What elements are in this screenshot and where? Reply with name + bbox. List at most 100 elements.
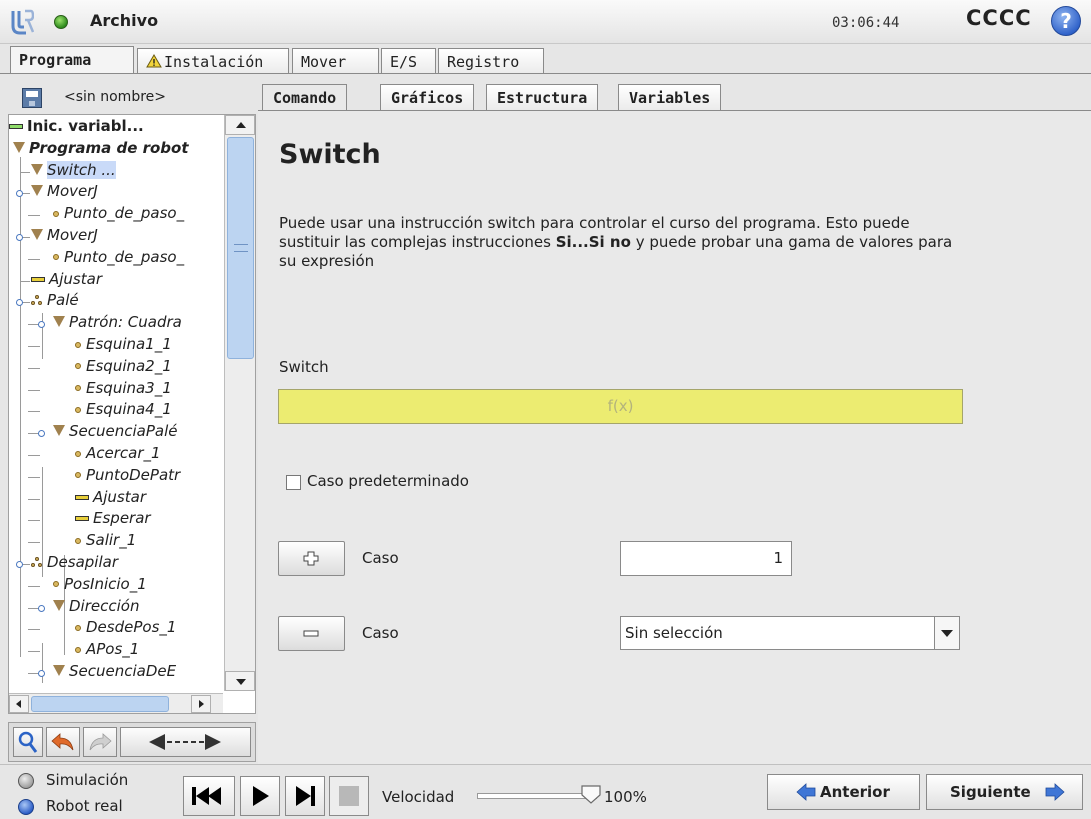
expand-node-icon[interactable] bbox=[16, 561, 23, 568]
case-select[interactable]: Sin selección bbox=[620, 616, 960, 650]
scroll-up-icon[interactable] bbox=[225, 115, 255, 135]
tab-label: Mover bbox=[301, 53, 347, 71]
vertical-scrollbar[interactable] bbox=[224, 115, 255, 691]
search-button[interactable] bbox=[13, 727, 43, 757]
tab-registro[interactable]: Registro bbox=[438, 48, 544, 74]
tree-node[interactable]: Programa de robot bbox=[13, 139, 189, 161]
tab-mover[interactable]: Mover bbox=[292, 48, 379, 74]
mode-simulation-label: Simulación bbox=[46, 771, 129, 789]
tree-node[interactable]: SecuenciaDeE bbox=[28, 662, 176, 683]
tree-node[interactable]: Esquina2_1 bbox=[28, 357, 172, 379]
file-menu[interactable]: Archivo bbox=[90, 11, 158, 30]
tree-connector bbox=[28, 651, 40, 653]
save-icon[interactable] bbox=[22, 88, 42, 108]
tree-node[interactable]: Acercar_1 bbox=[28, 444, 161, 466]
expression-field[interactable]: f(x) bbox=[278, 389, 963, 424]
scroll-left-icon[interactable] bbox=[9, 695, 29, 713]
checkbox-box[interactable] bbox=[286, 475, 301, 490]
tree-node[interactable]: Salir_1 bbox=[28, 531, 136, 553]
command-panel: Comando Gráficos Estructura Variables Sw… bbox=[258, 84, 1091, 764]
tree-node[interactable]: Punto_de_paso_ bbox=[28, 204, 184, 226]
waypoint-icon bbox=[75, 385, 81, 392]
step-button[interactable] bbox=[285, 776, 325, 816]
tree-connector bbox=[42, 643, 43, 683]
tree-connector bbox=[28, 411, 40, 413]
tab-estructura[interactable]: Estructura bbox=[486, 84, 599, 110]
tree-node[interactable]: PuntoDePatr bbox=[28, 466, 180, 488]
tree-node-label: Programa de robot bbox=[29, 138, 189, 157]
tree-node[interactable]: Esquina1_1 bbox=[28, 335, 172, 357]
tab-graficos[interactable]: Gráficos bbox=[380, 84, 475, 110]
tree-node[interactable]: Switch ... bbox=[20, 160, 116, 183]
scrollbar-thumb[interactable] bbox=[31, 696, 169, 712]
expand-node-icon[interactable] bbox=[38, 670, 45, 677]
command-content: Switch Puede usar una instrucción switch… bbox=[258, 110, 1091, 764]
scrollbar-thumb[interactable] bbox=[227, 137, 254, 359]
tree-node[interactable]: Punto_de_paso_ bbox=[28, 248, 184, 270]
next-button[interactable]: Siguiente bbox=[926, 774, 1083, 810]
tree-node[interactable]: MoverJ bbox=[20, 226, 98, 248]
remove-case-button[interactable] bbox=[278, 616, 345, 651]
tree-connector bbox=[28, 498, 40, 500]
speed-slider[interactable] bbox=[477, 793, 597, 799]
tree-node-label: Esquina1_1 bbox=[86, 335, 172, 353]
tab-instalacion[interactable]: Instalación bbox=[137, 48, 289, 74]
yellow-bar-icon bbox=[75, 516, 89, 522]
tree-node-label: Dirección bbox=[69, 596, 140, 615]
stop-icon bbox=[339, 786, 359, 806]
switch-label: Switch bbox=[279, 358, 329, 376]
tree-node[interactable]: Esperar bbox=[28, 509, 151, 531]
undo-button[interactable] bbox=[46, 727, 80, 757]
case-value-input[interactable]: 1 bbox=[620, 541, 792, 576]
tree-node[interactable]: Esquina4_1 bbox=[28, 400, 172, 422]
tree-node-label: Patrón: Cuadra bbox=[69, 313, 182, 332]
tree-node[interactable]: DesdePos_1 bbox=[28, 618, 176, 640]
chevron-down-icon[interactable] bbox=[934, 617, 959, 649]
tab-programa[interactable]: Programa bbox=[10, 46, 134, 74]
tab-label: E/S bbox=[390, 53, 418, 71]
move-node-button[interactable] bbox=[120, 727, 251, 757]
scroll-down-icon[interactable] bbox=[225, 671, 255, 691]
expand-node-icon[interactable] bbox=[16, 234, 23, 241]
tab-es[interactable]: E/S bbox=[381, 48, 436, 74]
tree-node[interactable]: Ajustar bbox=[20, 270, 102, 292]
triangle-icon bbox=[31, 229, 43, 240]
triangle-icon bbox=[13, 141, 25, 153]
program-name: <sin nombre> bbox=[64, 89, 166, 105]
tree-node-label: APos_1 bbox=[86, 640, 140, 659]
tree-node[interactable]: Palé bbox=[20, 291, 79, 313]
tree-node[interactable]: Ajustar bbox=[28, 488, 146, 510]
tree-node[interactable]: SecuenciaPalé bbox=[28, 422, 177, 444]
expand-node-icon[interactable] bbox=[38, 604, 45, 612]
remove-case-label: Caso bbox=[362, 624, 399, 642]
tree-node[interactable]: Esquina3_1 bbox=[28, 379, 172, 401]
rewind-button[interactable] bbox=[183, 776, 235, 816]
tree-node[interactable]: Patrón: Cuadra bbox=[28, 313, 182, 335]
add-case-button[interactable] bbox=[278, 541, 345, 576]
previous-button[interactable]: Anterior bbox=[767, 774, 920, 810]
scroll-right-icon[interactable] bbox=[191, 695, 211, 713]
redo-button[interactable] bbox=[83, 727, 117, 757]
expand-node-icon[interactable] bbox=[38, 321, 45, 329]
tab-comando[interactable]: Comando bbox=[262, 84, 348, 112]
tab-variables[interactable]: Variables bbox=[618, 84, 722, 110]
play-button[interactable] bbox=[240, 776, 280, 816]
subtab-label: Variables bbox=[629, 89, 711, 107]
tree-node[interactable]: Dirección bbox=[28, 596, 140, 619]
waypoint-icon bbox=[75, 450, 81, 457]
expand-node-icon[interactable] bbox=[16, 299, 23, 307]
speed-value: 100% bbox=[604, 788, 647, 806]
horizontal-scrollbar[interactable] bbox=[9, 693, 223, 713]
slider-handle-icon[interactable] bbox=[580, 783, 602, 805]
tree-node-label: MoverJ bbox=[47, 226, 98, 244]
expand-node-icon[interactable] bbox=[16, 190, 23, 198]
tree-node[interactable]: Inic. variabl... bbox=[9, 117, 144, 139]
stop-button[interactable] bbox=[329, 776, 369, 816]
tree-node[interactable]: Desapilar bbox=[20, 553, 118, 575]
tree-node[interactable]: PosInicio_1 bbox=[28, 575, 147, 597]
help-icon[interactable]: ? bbox=[1051, 6, 1081, 36]
top-bar: Archivo 03:06:44 CCCC ? bbox=[0, 0, 1091, 44]
tree-node[interactable]: APos_1 bbox=[28, 640, 140, 662]
expand-node-icon[interactable] bbox=[38, 430, 45, 438]
tree-node[interactable]: MoverJ bbox=[20, 182, 98, 204]
